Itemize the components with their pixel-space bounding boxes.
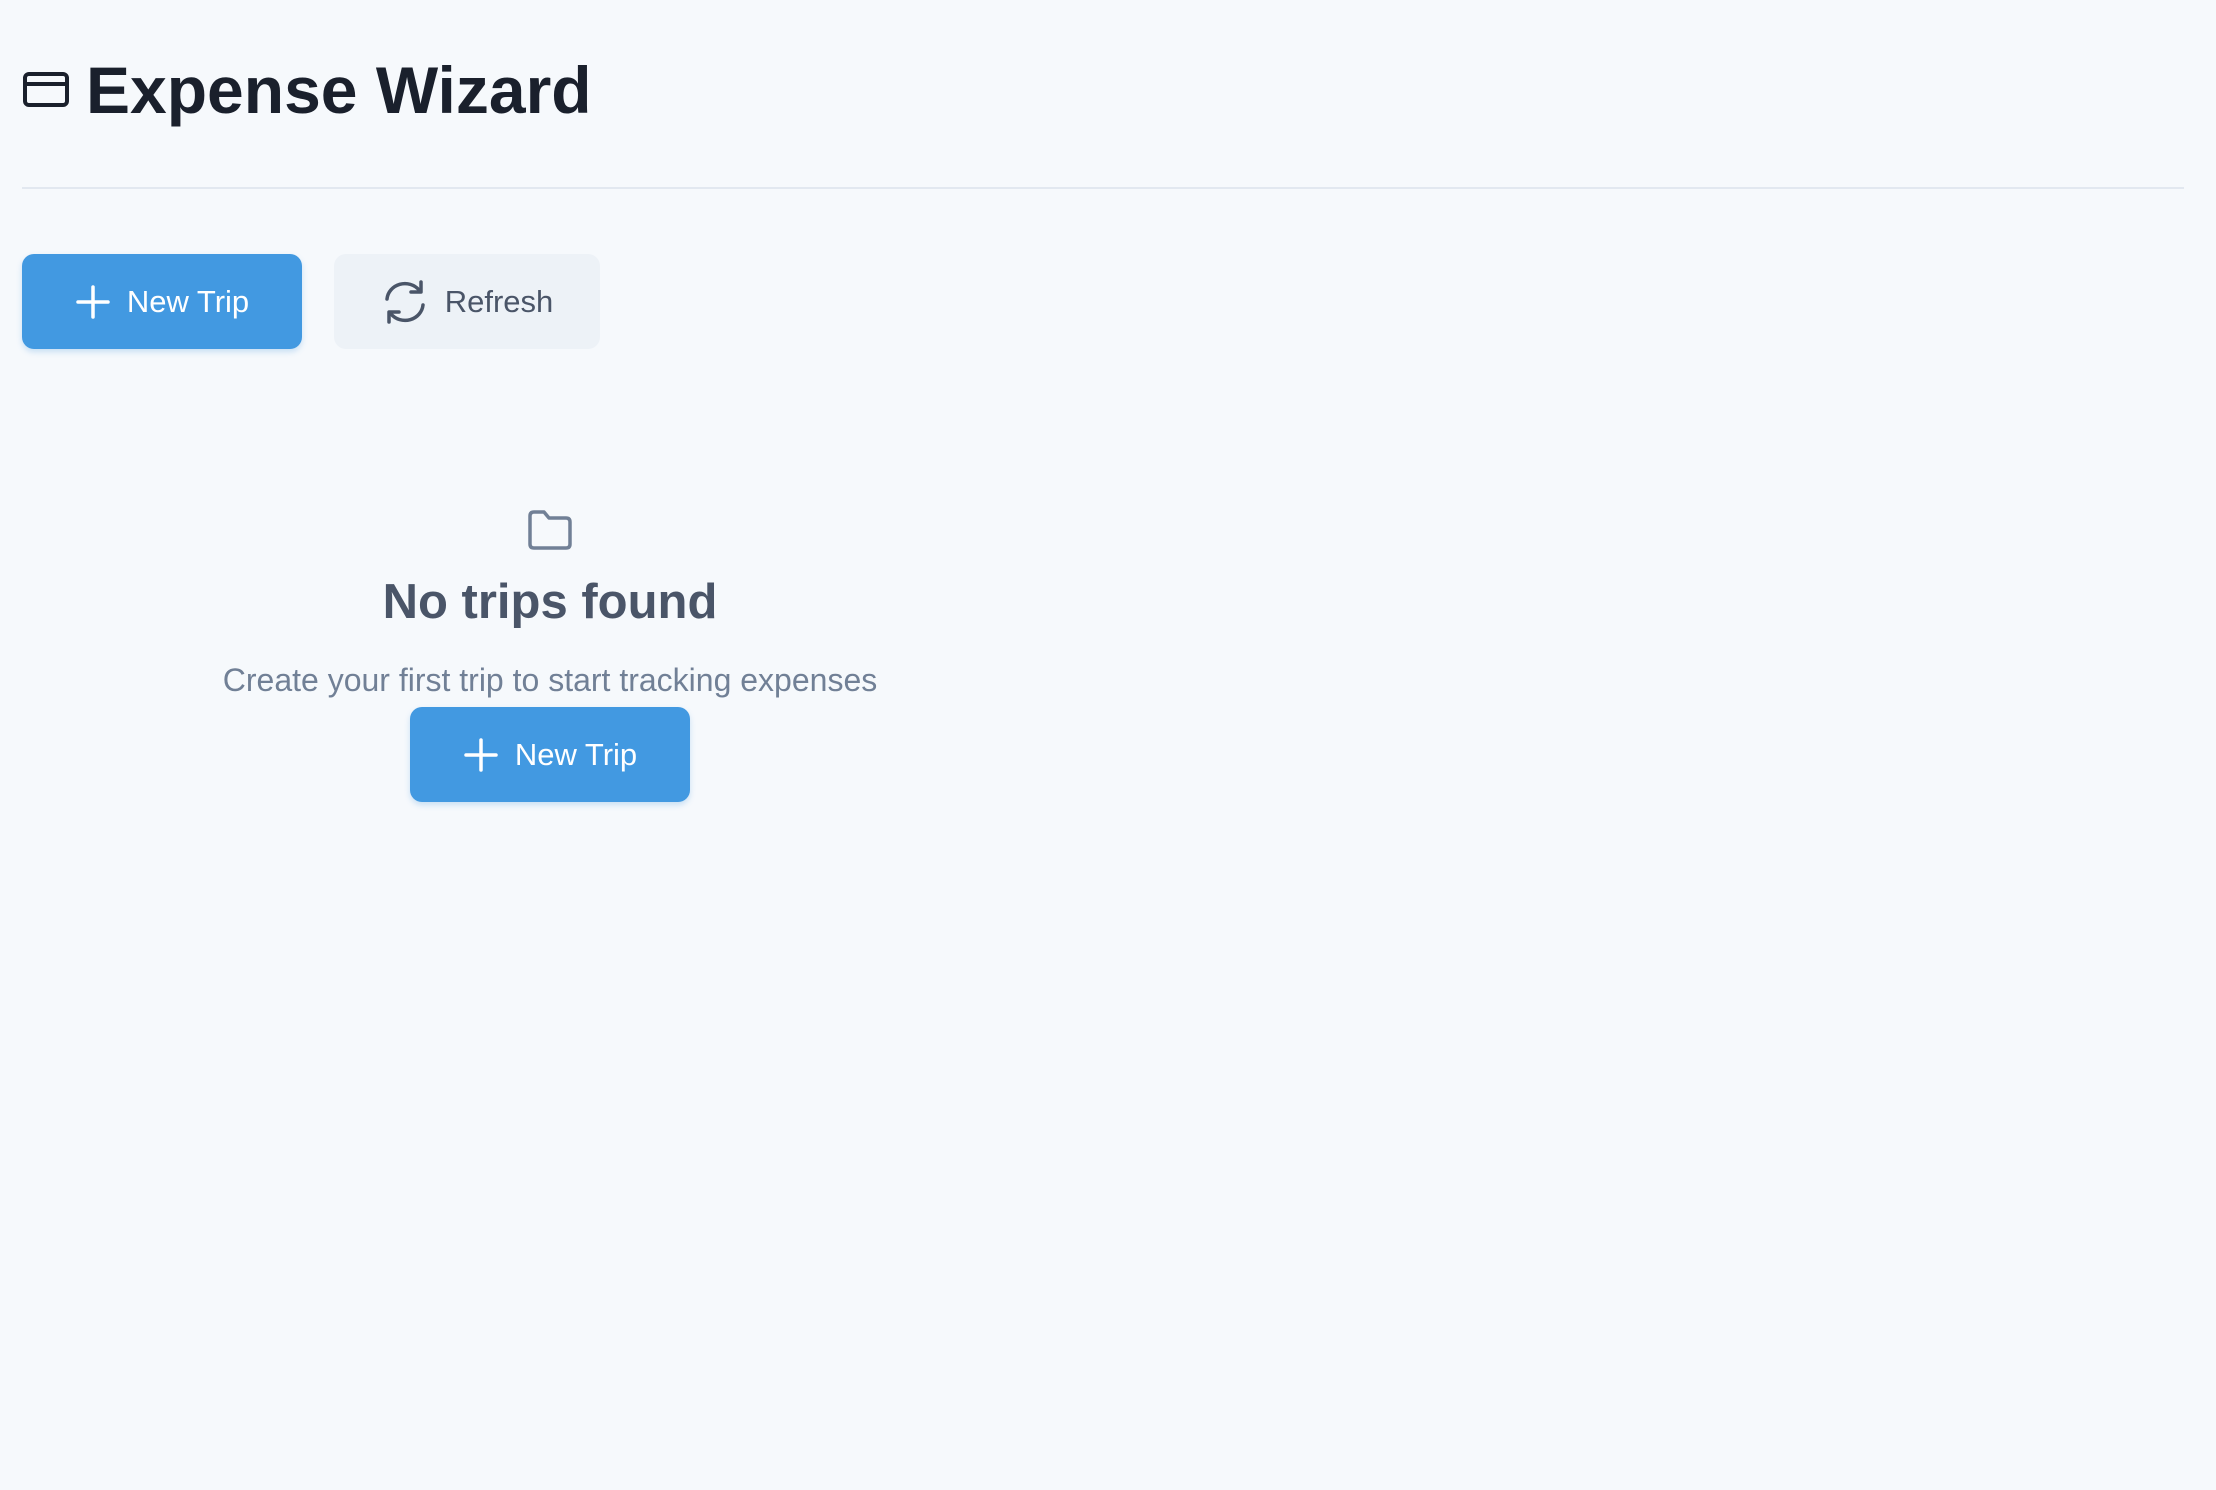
new-trip-button-label: New Trip	[126, 283, 250, 319]
empty-state-message: Create your first trip to start tracking…	[222, 662, 878, 698]
toolbar: New Trip Refresh	[22, 254, 600, 349]
empty-state-title: No trips found	[382, 575, 718, 629]
refresh-icon	[381, 279, 429, 324]
refresh-button-label: Refresh	[444, 283, 554, 319]
new-trip-button[interactable]: New Trip	[22, 254, 302, 349]
new-trip-empty-button[interactable]: New Trip	[410, 707, 690, 802]
app-header: Expense Wizard	[22, 48, 592, 132]
page-title: Expense Wizard	[86, 53, 592, 127]
plus-icon	[75, 284, 111, 320]
refresh-button[interactable]: Refresh	[334, 254, 600, 349]
new-trip-empty-button-label: New Trip	[514, 736, 638, 772]
plus-icon	[463, 737, 499, 773]
header-divider	[22, 187, 2184, 189]
empty-state: No trips found Create your first trip to…	[0, 508, 1100, 802]
folder-icon	[526, 508, 574, 552]
credit-card-icon	[22, 70, 70, 110]
